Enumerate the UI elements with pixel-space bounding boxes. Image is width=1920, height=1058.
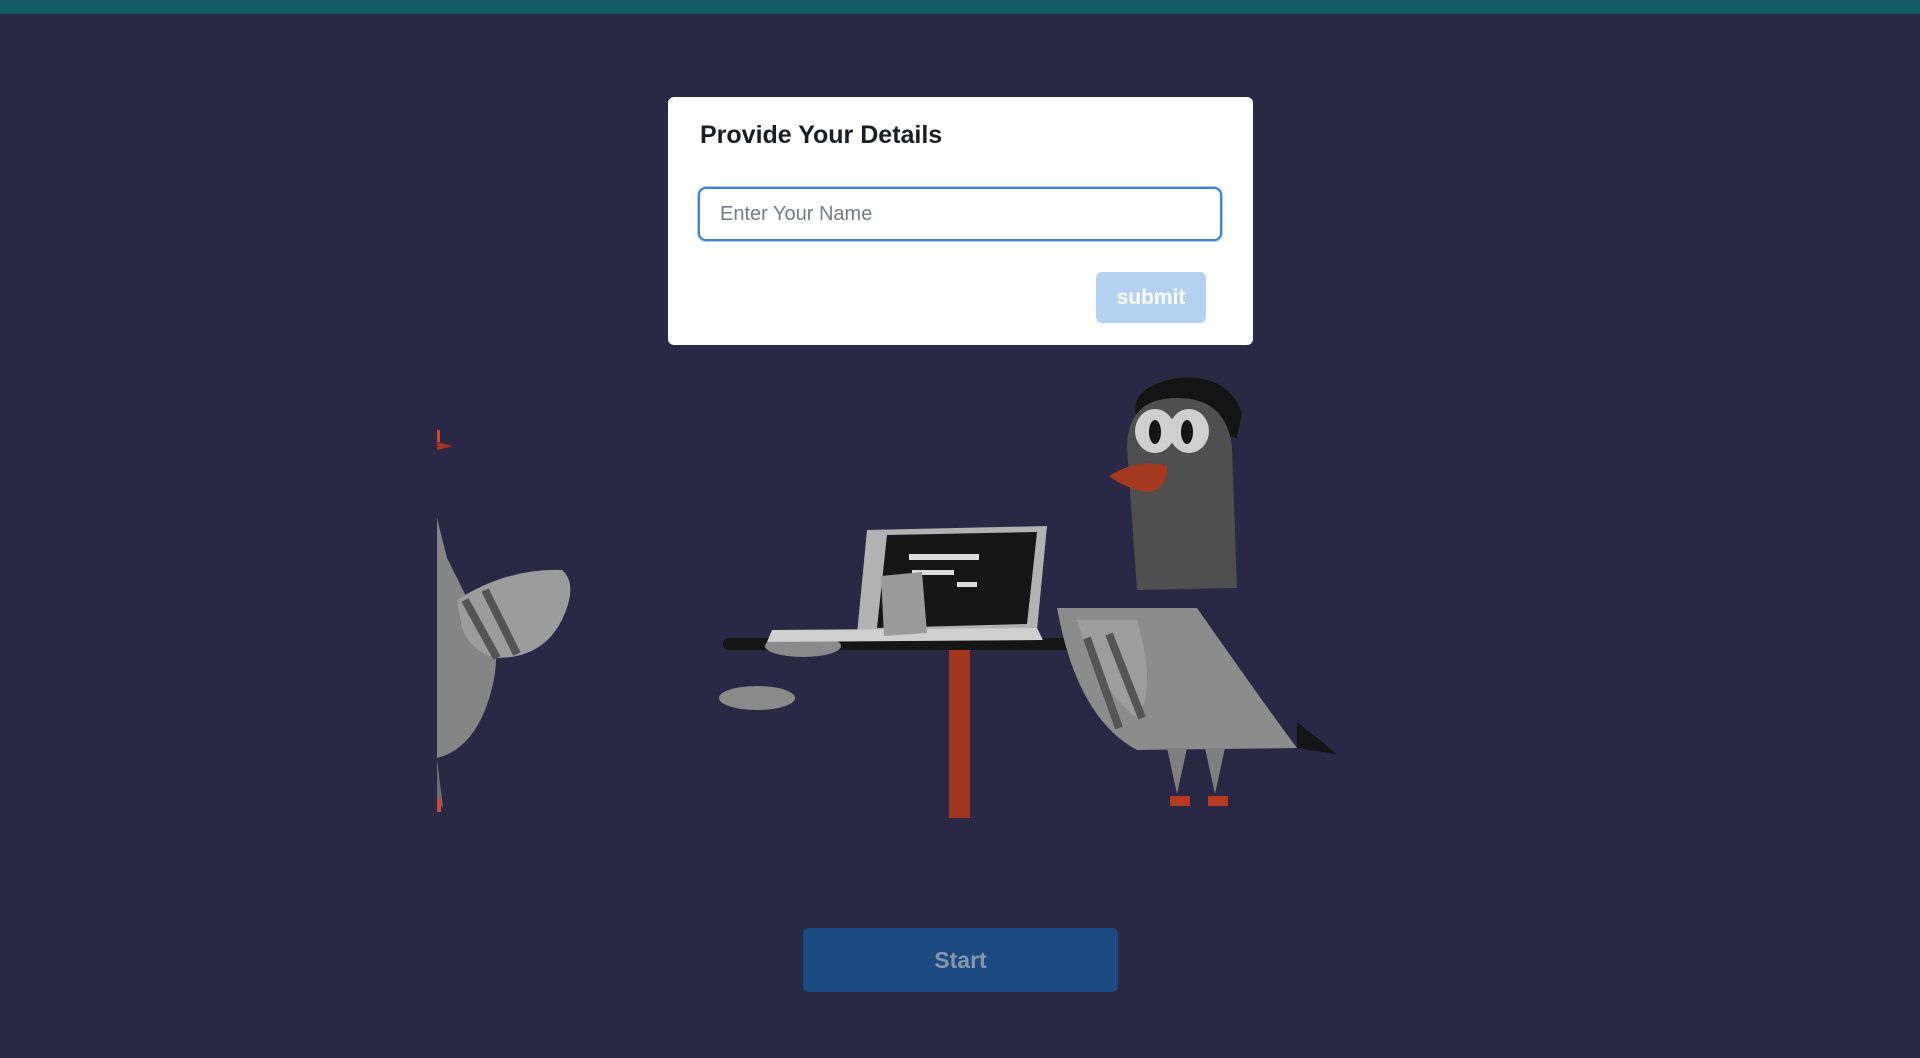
laptop-shape [767,526,1047,642]
top-accent-bar [0,0,1920,14]
details-modal: Provide Your Details submit [668,97,1253,345]
start-button[interactable]: Start [803,928,1118,992]
left-pigeon-shape [437,430,571,812]
submit-button[interactable]: submit [1096,272,1206,323]
name-input[interactable] [698,187,1222,241]
modal-title: Provide Your Details [700,121,943,149]
right-pigeon-shape [1057,377,1337,806]
pigeon-illustration [437,377,1337,818]
